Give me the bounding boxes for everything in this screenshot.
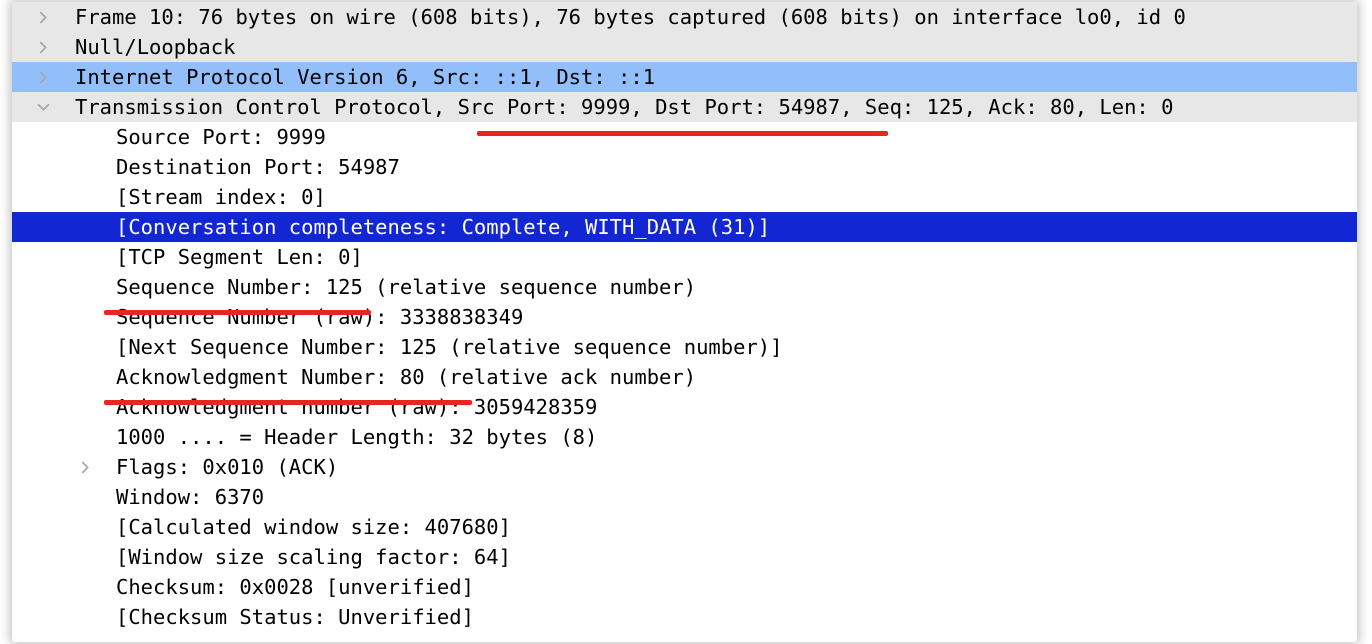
tree-row-window-scaling-factor-label: [Window size scaling factor: 64] xyxy=(116,542,511,572)
tree-row-acknowledgment-number-label: Acknowledgment Number: 80 (relative ack … xyxy=(116,362,696,392)
chevron-right-icon[interactable] xyxy=(74,452,96,482)
tree-row-checksum-status-label: [Checksum Status: Unverified] xyxy=(116,602,474,632)
tree-row-checksum[interactable]: Checksum: 0x0028 [unverified] xyxy=(12,572,1357,602)
tree-row-window-scaling-factor[interactable]: [Window size scaling factor: 64] xyxy=(12,542,1357,572)
tree-row-acknowledgment-number-raw-label: Acknowledgment number (raw): 3059428359 xyxy=(116,392,597,422)
chevron-right-icon[interactable] xyxy=(32,2,54,32)
tree-row-acknowledgment-number-raw[interactable]: Acknowledgment number (raw): 3059428359 xyxy=(12,392,1357,422)
underline-sequence-number xyxy=(104,310,371,315)
tree-row-destination-port[interactable]: Destination Port: 54987 xyxy=(12,152,1357,182)
tree-row-acknowledgment-number[interactable]: Acknowledgment Number: 80 (relative ack … xyxy=(12,362,1357,392)
tree-row-checksum-label: Checksum: 0x0028 [unverified] xyxy=(116,572,474,602)
packet-details-pane[interactable]: Frame 10: 76 bytes on wire (608 bits), 7… xyxy=(12,2,1357,642)
tree-row-sequence-number-label: Sequence Number: 125 (relative sequence … xyxy=(116,272,696,302)
tree-row-frame[interactable]: Frame 10: 76 bytes on wire (608 bits), 7… xyxy=(12,2,1357,32)
tree-row-header-length-label: 1000 .... = Header Length: 32 bytes (8) xyxy=(116,422,597,452)
tree-row-next-sequence-number[interactable]: [Next Sequence Number: 125 (relative seq… xyxy=(12,332,1357,362)
tree-row-tcp-label: Transmission Control Protocol, Src Port:… xyxy=(75,92,1173,122)
chevron-right-icon[interactable] xyxy=(32,32,54,62)
tree-row-window-label: Window: 6370 xyxy=(116,482,264,512)
tree-row-source-port-label: Source Port: 9999 xyxy=(116,122,326,152)
tree-row-frame-label: Frame 10: 76 bytes on wire (608 bits), 7… xyxy=(75,2,1186,32)
tree-row-flags[interactable]: Flags: 0x010 (ACK) xyxy=(12,452,1357,482)
underline-src-dst-port xyxy=(477,131,888,136)
packet-detail-tree[interactable]: Frame 10: 76 bytes on wire (608 bits), 7… xyxy=(12,2,1357,632)
tree-row-ipv6-label: Internet Protocol Version 6, Src: ::1, D… xyxy=(75,62,655,92)
tree-row-null-loopback-label: Null/Loopback xyxy=(75,32,235,62)
tree-row-tcp-segment-len-label: [TCP Segment Len: 0] xyxy=(116,242,363,272)
tree-row-stream-index[interactable]: [Stream index: 0] xyxy=(12,182,1357,212)
tree-row-conversation-completeness[interactable]: [Conversation completeness: Complete, WI… xyxy=(12,212,1357,242)
tree-row-stream-index-label: [Stream index: 0] xyxy=(116,182,326,212)
tree-row-sequence-number[interactable]: Sequence Number: 125 (relative sequence … xyxy=(12,272,1357,302)
tree-row-next-sequence-number-label: [Next Sequence Number: 125 (relative seq… xyxy=(116,332,782,362)
tree-row-sequence-number-raw-label: Sequence Number (raw): 3338838349 xyxy=(116,302,523,332)
tree-row-header-length[interactable]: 1000 .... = Header Length: 32 bytes (8) xyxy=(12,422,1357,452)
tree-row-calculated-window-size[interactable]: [Calculated window size: 407680] xyxy=(12,512,1357,542)
tree-row-checksum-status[interactable]: [Checksum Status: Unverified] xyxy=(12,602,1357,632)
tree-row-null-loopback[interactable]: Null/Loopback xyxy=(12,32,1357,62)
tree-row-sequence-number-raw[interactable]: Sequence Number (raw): 3338838349 xyxy=(12,302,1357,332)
tree-row-ipv6[interactable]: Internet Protocol Version 6, Src: ::1, D… xyxy=(12,62,1357,92)
tree-row-destination-port-label: Destination Port: 54987 xyxy=(116,152,400,182)
tree-row-window[interactable]: Window: 6370 xyxy=(12,482,1357,512)
wireshark-packet-detail-screenshot: Frame 10: 76 bytes on wire (608 bits), 7… xyxy=(0,0,1372,644)
tree-row-tcp[interactable]: Transmission Control Protocol, Src Port:… xyxy=(12,92,1357,122)
chevron-right-icon[interactable] xyxy=(32,62,54,92)
tree-row-calculated-window-size-label: [Calculated window size: 407680] xyxy=(116,512,511,542)
tree-row-conversation-completeness-label: [Conversation completeness: Complete, WI… xyxy=(116,212,770,242)
underline-acknowledgment-number xyxy=(104,400,472,405)
tree-row-source-port[interactable]: Source Port: 9999 xyxy=(12,122,1357,152)
chevron-down-icon[interactable] xyxy=(32,92,54,122)
tree-row-flags-label: Flags: 0x010 (ACK) xyxy=(116,452,338,482)
tree-row-tcp-segment-len[interactable]: [TCP Segment Len: 0] xyxy=(12,242,1357,272)
